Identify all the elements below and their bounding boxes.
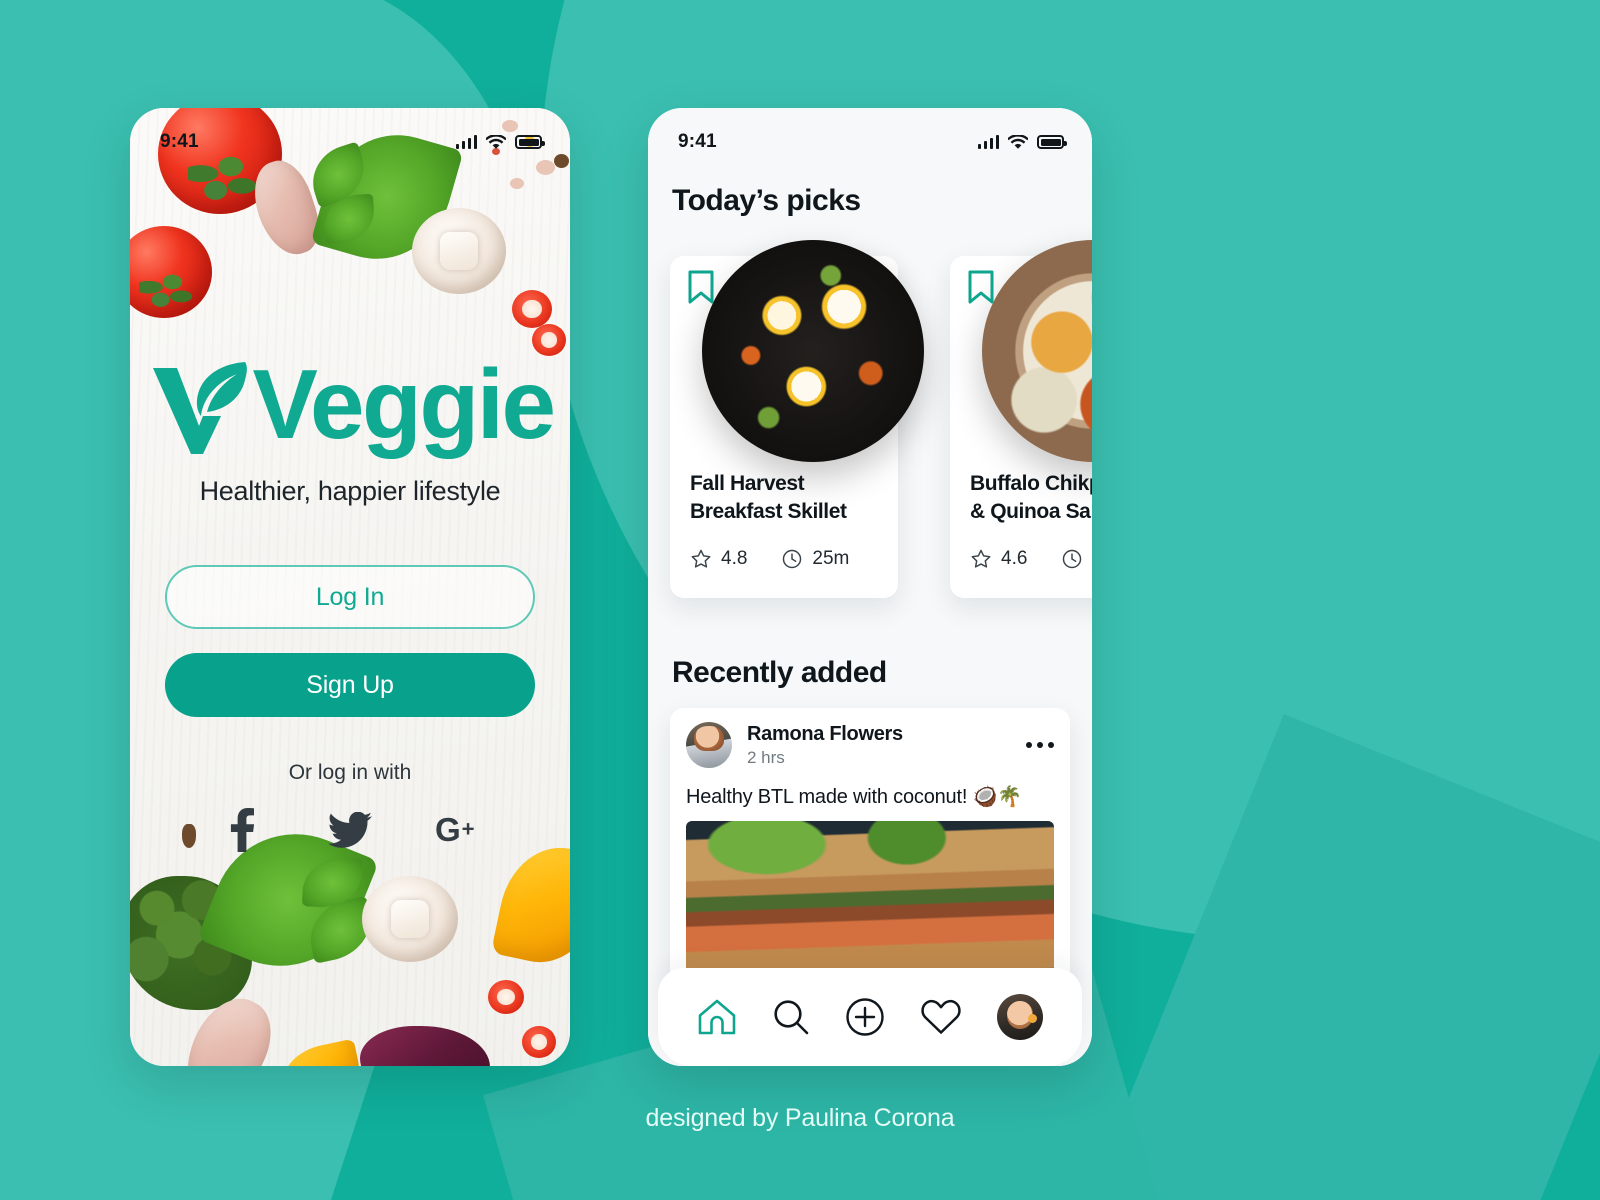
signal-bars-icon xyxy=(455,135,477,149)
bookmark-icon[interactable] xyxy=(968,270,994,304)
star-icon xyxy=(971,549,991,568)
heart-icon[interactable] xyxy=(920,998,962,1036)
bookmark-icon[interactable] xyxy=(688,270,714,304)
yellow-pepper-decor xyxy=(277,1038,365,1066)
login-content: Veggie Healthier, happier lifestyle Log … xyxy=(130,354,570,853)
post-author-block: Ramona Flowers 2 hrs xyxy=(747,723,903,768)
status-icons xyxy=(455,134,545,150)
recipe-rating: 4.6 xyxy=(970,548,1027,570)
status-bar: 9:41 xyxy=(130,108,570,166)
yellow-pepper-decor xyxy=(490,837,570,973)
recipe-meta: 4.8 25m xyxy=(690,548,882,570)
add-icon[interactable] xyxy=(845,997,885,1037)
login-phone-mockup: 9:41 Veggie Healthier, happier lifestyle… xyxy=(130,108,570,1066)
feed-post[interactable]: Ramona Flowers 2 hrs Healthy BTL made wi… xyxy=(670,708,1070,988)
post-timestamp: 2 hrs xyxy=(747,747,785,767)
home-phone-mockup: 9:41 Today’s picks Fall Harvest Breakfas… xyxy=(648,108,1092,1066)
recipe-title-line-2: & Quinoa Salad xyxy=(970,500,1092,524)
signal-bars-icon xyxy=(977,135,999,149)
post-image[interactable] xyxy=(686,821,1054,988)
twitter-icon[interactable] xyxy=(327,807,373,853)
clock-icon xyxy=(1063,549,1082,569)
star-icon xyxy=(691,549,711,568)
social-login-row: G + xyxy=(219,807,481,853)
recipe-rating: 4.8 xyxy=(690,548,747,570)
or-login-with-label: Or log in with xyxy=(288,761,412,784)
canvas: 9:41 Veggie Healthier, happier lifestyle… xyxy=(0,0,1600,1200)
more-options-icon[interactable] xyxy=(1026,742,1054,748)
svg-text:G: G xyxy=(435,812,461,849)
recipe-time: 25m xyxy=(781,548,849,570)
recently-added-title: Recently added xyxy=(672,656,887,689)
post-author-name: Ramona Flowers xyxy=(747,722,903,745)
search-icon[interactable] xyxy=(772,998,810,1036)
mushroom-decor xyxy=(412,208,506,294)
app-logo-text: Veggie xyxy=(252,348,556,459)
wifi-icon xyxy=(1008,134,1028,149)
post-caption: Healthy BTL made with coconut! 🥥🌴 xyxy=(686,786,1022,808)
signup-button[interactable]: Sign Up xyxy=(165,653,535,717)
recipe-meta: 4.6 10m xyxy=(970,548,1092,570)
home-feed: 9:41 Today’s picks Fall Harvest Breakfas… xyxy=(648,108,1092,1066)
wifi-icon xyxy=(486,134,506,149)
battery-icon xyxy=(1037,135,1067,149)
crumb-decor xyxy=(510,178,524,189)
chili-slice-decor xyxy=(522,1026,556,1058)
mushroom-decor xyxy=(362,876,458,962)
recipe-card[interactable]: Fall Harvest Breakfast Skillet 4.8 25m xyxy=(670,240,924,598)
recipe-title-line-1: Buffalo Chikpeas xyxy=(970,472,1092,495)
facebook-icon[interactable] xyxy=(219,807,265,853)
recipe-title: Fall Harvest Breakfast Skillet xyxy=(690,470,882,526)
tomato-decor xyxy=(130,226,212,318)
recipe-title-line-2: Breakfast Skillet xyxy=(690,500,847,524)
recipe-card[interactable]: Buffalo Chikpeas & Quinoa Salad 4.6 10m xyxy=(950,240,1092,598)
clock-icon xyxy=(783,549,802,569)
recipe-title-line-1: Fall Harvest xyxy=(690,472,805,495)
post-header: Ramona Flowers 2 hrs xyxy=(670,708,1070,774)
leaf-v-icon xyxy=(152,362,247,454)
status-bar: 9:41 xyxy=(648,108,1092,166)
beet-decor xyxy=(360,1026,490,1066)
rating-value: 4.8 xyxy=(721,548,748,570)
tagline: Healthier, happier lifestyle xyxy=(199,476,501,506)
bottom-navigation xyxy=(658,968,1082,1066)
recipe-time: 10m xyxy=(1061,548,1092,570)
time-value: 25m xyxy=(812,548,850,570)
status-icons xyxy=(977,134,1067,150)
google-plus-icon[interactable]: G + xyxy=(435,807,481,853)
recipe-card-body: Fall Harvest Breakfast Skillet 4.8 25m xyxy=(690,470,882,570)
todays-picks-title: Today’s picks xyxy=(672,184,861,217)
recipe-title: Buffalo Chikpeas & Quinoa Salad xyxy=(970,470,1092,526)
home-icon[interactable] xyxy=(697,998,737,1036)
chili-slice-decor xyxy=(512,290,552,328)
app-logo: Veggie xyxy=(147,348,556,459)
rating-value: 4.6 xyxy=(1001,548,1028,570)
login-button[interactable]: Log In xyxy=(165,565,535,629)
profile-avatar[interactable] xyxy=(996,994,1043,1040)
chili-slice-decor xyxy=(488,980,524,1014)
recipe-card-rail[interactable]: Fall Harvest Breakfast Skillet 4.8 25m B… xyxy=(670,240,1092,598)
status-time: 9:41 xyxy=(678,131,717,152)
recipe-photo xyxy=(982,240,1092,462)
avatar[interactable] xyxy=(686,722,732,768)
battery-icon xyxy=(515,135,545,149)
recipe-card-body: Buffalo Chikpeas & Quinoa Salad 4.6 10m xyxy=(970,470,1092,570)
status-time: 9:41 xyxy=(160,131,199,152)
recipe-photo xyxy=(702,240,924,462)
svg-text:+: + xyxy=(462,816,475,841)
designer-credit: designed by Paulina Corona xyxy=(645,1104,955,1132)
